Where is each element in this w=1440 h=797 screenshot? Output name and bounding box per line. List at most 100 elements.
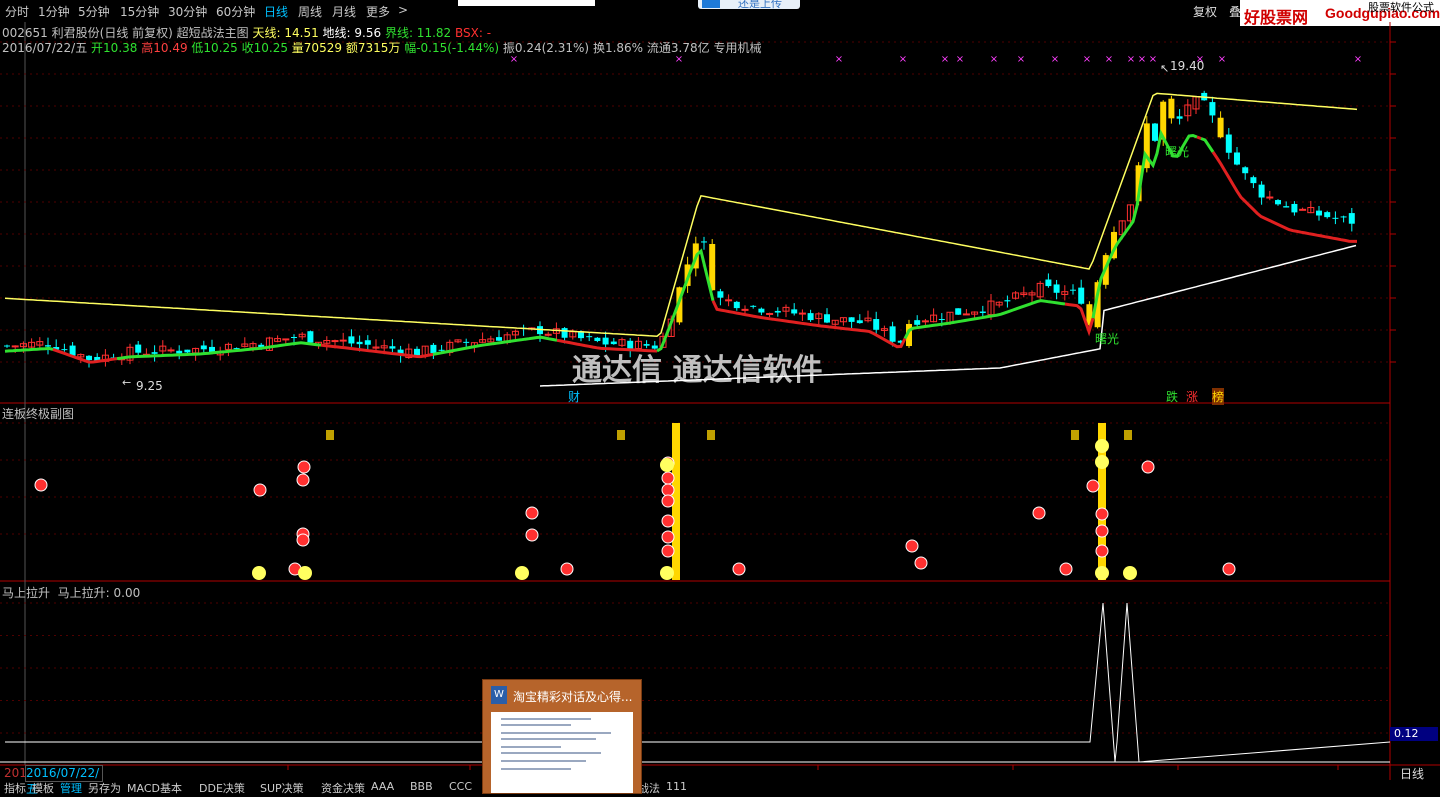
smiley-icon <box>1095 439 1109 453</box>
candle-body <box>430 344 437 354</box>
x-marker: × <box>675 54 683 65</box>
smiley-icon <box>660 458 674 472</box>
candle-body <box>856 320 863 324</box>
cai-label: 财 <box>568 390 581 404</box>
candle-body <box>61 349 68 351</box>
document-thumbnail <box>491 712 633 793</box>
candle-body <box>798 312 806 315</box>
signal-dot-icon <box>253 483 267 497</box>
candle-body <box>733 301 740 309</box>
bottom-tab[interactable]: 资金决策 <box>321 780 365 796</box>
candle-body <box>774 310 781 313</box>
candle-body <box>955 308 962 315</box>
signal-dot-icon <box>1095 524 1109 538</box>
smiley-icon <box>298 566 312 580</box>
candle-body <box>873 319 880 330</box>
signal-dot-icon <box>1059 562 1073 576</box>
candle-body <box>1266 196 1274 199</box>
sub1-title: 连板终极副图 <box>2 407 75 421</box>
x-marker: × <box>1105 54 1113 65</box>
candle-body <box>979 311 986 313</box>
indicator-tabs: 指标模板管理另存为MACD基本DDE决策SUP决策资金决策AAABBBCCCDD… <box>0 780 1440 795</box>
x-marker: × <box>956 54 964 65</box>
candle-body <box>1217 117 1224 138</box>
bottom-tab[interactable]: 模板 <box>32 780 54 796</box>
candle-body <box>331 340 339 343</box>
signal-dot-icon <box>1032 506 1046 520</box>
jiexian-line <box>1196 135 1202 140</box>
bottom-tab[interactable]: SUP决策 <box>260 780 304 796</box>
x-marker: × <box>899 54 907 65</box>
signal-dot-icon <box>296 533 310 547</box>
candle-body <box>291 337 297 339</box>
signal-dot-icon <box>297 460 311 474</box>
x-marker: × <box>1017 54 1025 65</box>
candle-body <box>1340 216 1347 218</box>
bottom-tab[interactable]: DDE决策 <box>199 780 245 796</box>
candle-body <box>914 320 921 325</box>
candle-body <box>1316 210 1322 216</box>
candle-body <box>1250 177 1257 184</box>
x-marker: × <box>1354 54 1362 65</box>
bottom-tab[interactable]: 指标 <box>4 780 26 796</box>
candle-body <box>463 341 470 343</box>
signal-dot-icon <box>1095 544 1109 558</box>
jiexian-line <box>432 335 558 356</box>
current-value-box: 0.12 <box>1390 727 1438 741</box>
bottom-tab[interactable]: AAA <box>371 780 394 793</box>
x-marker: × <box>1083 54 1091 65</box>
x-first-label: 201 <box>4 766 27 780</box>
candle-body <box>1176 116 1183 119</box>
candle-body <box>184 349 191 353</box>
candle-body <box>766 312 774 315</box>
candle-body <box>741 308 749 311</box>
candle-body <box>389 346 396 349</box>
bottom-tab[interactable]: BBB <box>410 780 433 793</box>
candle-body <box>962 313 970 316</box>
candle-body <box>1053 284 1060 293</box>
signal-dot-icon <box>1222 562 1236 576</box>
candle-body <box>1332 217 1339 219</box>
taskbar-preview-popup[interactable]: W 淘宝精彩对话及心得... <box>482 679 642 794</box>
bottom-tab[interactable]: 管理 <box>60 780 82 796</box>
candle-body <box>200 345 207 350</box>
candle-body <box>414 348 420 356</box>
candle-body <box>586 336 593 338</box>
candle-body <box>1168 98 1175 119</box>
jiexian-line <box>116 341 322 361</box>
low-price-label: 9.25 <box>136 379 163 393</box>
bottom-tab[interactable]: CCC <box>449 780 472 793</box>
signal-dot-icon <box>296 473 310 487</box>
candle-body <box>167 349 175 352</box>
candle-body <box>561 328 568 338</box>
x-marker: × <box>1218 54 1226 65</box>
candle-body <box>135 344 142 353</box>
bottom-tab[interactable]: MACD基本 <box>127 780 182 796</box>
candle-body <box>1258 184 1265 198</box>
candle-body <box>86 355 92 361</box>
candle-body <box>1152 123 1158 141</box>
x-marker: × <box>1138 54 1146 65</box>
candle-body <box>1070 289 1076 291</box>
shuguang-label-1: 曙光 <box>1165 145 1190 159</box>
bottom-tab[interactable]: 111 <box>666 780 687 793</box>
high-arrow-icon: ↖ <box>1160 62 1170 75</box>
candle-body <box>701 241 707 243</box>
candle-body <box>496 337 502 341</box>
candle-body <box>348 336 355 344</box>
cup-icon <box>326 430 334 440</box>
candle-body <box>438 349 445 351</box>
jiexian-line <box>1200 137 1215 153</box>
candle-body <box>889 326 896 342</box>
candle-body <box>791 309 798 314</box>
bottom-tab[interactable]: 另存为 <box>88 780 121 796</box>
smiley-icon <box>1095 455 1109 469</box>
candle-body <box>610 341 617 345</box>
signal-dot-icon <box>661 483 675 497</box>
watermark: 通达信 通达信软件 <box>572 353 823 388</box>
candle-body <box>1324 212 1331 218</box>
x-marker: × <box>510 54 518 65</box>
candle-body <box>807 313 814 321</box>
die-badge: 跌 <box>1166 390 1179 404</box>
candle-body <box>848 317 855 322</box>
